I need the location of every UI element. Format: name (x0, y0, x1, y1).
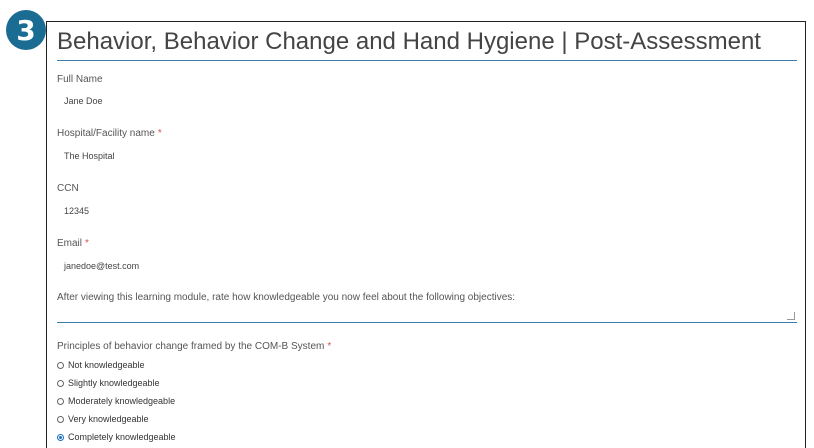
form-frame (46, 21, 806, 448)
title-divider (57, 60, 797, 61)
radio-option-moderately-knowledgeable[interactable]: Moderately knowledgeable (57, 396, 175, 406)
radio-option-very-knowledgeable[interactable]: Very knowledgeable (57, 414, 149, 424)
email-label: Email * (57, 238, 89, 249)
radio-option-slightly-knowledgeable[interactable]: Slightly knowledgeable (57, 378, 160, 388)
radio-button[interactable] (57, 397, 64, 405)
hospital-name-label: Hospital/Facility name * (57, 128, 162, 139)
full-name-label: Full Name (57, 74, 103, 85)
radio-button[interactable] (57, 379, 64, 387)
step-number-badge: 3 (6, 10, 46, 50)
radio-button[interactable] (57, 415, 64, 423)
full-name-field[interactable]: Jane Doe (64, 96, 103, 106)
ccn-label: CCN (57, 183, 79, 194)
hospital-name-field[interactable]: The Hospital (64, 151, 115, 161)
page-title: Behavior, Behavior Change and Hand Hygie… (57, 28, 761, 55)
com-b-question-label: Principles of behavior change framed by … (57, 341, 332, 352)
email-field[interactable]: janedoe@test.com (64, 261, 139, 271)
objectives-textarea[interactable] (57, 295, 797, 323)
resize-grip-icon[interactable] (787, 312, 795, 320)
radio-button[interactable] (57, 361, 64, 369)
radio-button-selected[interactable] (57, 433, 64, 441)
radio-option-not-knowledgeable[interactable]: Not knowledgeable (57, 360, 145, 370)
ccn-field[interactable]: 12345 (64, 206, 89, 216)
radio-option-completely-knowledgeable[interactable]: Completely knowledgeable (57, 432, 176, 442)
